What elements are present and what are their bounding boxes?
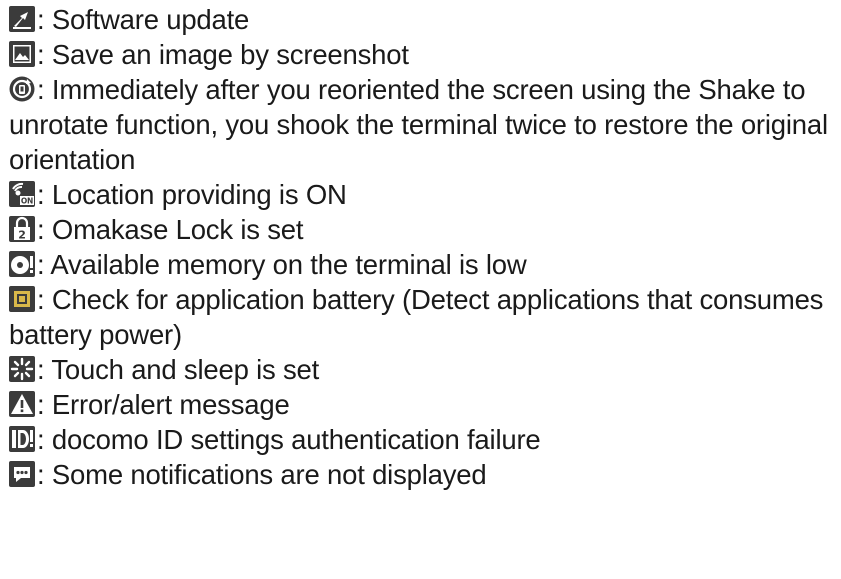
more-notifications-icon xyxy=(9,461,35,487)
legend-entry-more-notifications: : Some notifications are not displayed xyxy=(9,457,839,492)
legend-entry-software-update: : Software update xyxy=(9,2,839,37)
legend-entry-location: ON : Location providing is ON xyxy=(9,177,839,212)
legend-entry-shake-rotate: : Immediately after you reoriented the s… xyxy=(9,72,839,177)
legend-entry-screenshot: : Save an image by screenshot xyxy=(9,37,839,72)
shake-rotate-icon xyxy=(9,76,35,102)
app-battery-check-icon xyxy=(9,286,35,312)
legend-text: : Error/alert message xyxy=(37,389,290,420)
legend-text: : Check for application battery (Detect … xyxy=(9,284,824,350)
legend-text: : Software update xyxy=(37,4,250,35)
legend-text: : Available memory on the terminal is lo… xyxy=(37,249,527,280)
low-memory-icon xyxy=(9,251,35,277)
legend-entry-app-battery: : Check for application battery (Detect … xyxy=(9,282,839,352)
legend-entry-omakase-lock: 2 : Omakase Lock is set xyxy=(9,212,839,247)
docomo-id-failure-icon xyxy=(9,426,35,452)
svg-text:2: 2 xyxy=(18,229,25,242)
legend-text: : Save an image by screenshot xyxy=(37,39,409,70)
legend-text: : docomo ID settings authentication fail… xyxy=(37,424,541,455)
legend-text: : Some notifications are not displayed xyxy=(37,459,487,490)
legend-entry-low-memory: : Available memory on the terminal is lo… xyxy=(9,247,839,282)
legend-text: : Touch and sleep is set xyxy=(37,354,320,385)
legend-entry-docomo-id: : docomo ID settings authentication fail… xyxy=(9,422,839,457)
omakase-lock-icon: 2 xyxy=(9,216,35,242)
legend-entry-touch-sleep: : Touch and sleep is set xyxy=(9,352,839,387)
legend-text: : Immediately after you reoriented the s… xyxy=(9,74,828,175)
legend-entry-alert: : Error/alert message xyxy=(9,387,839,422)
status-icon-legend: : Software update : Save an image by scr… xyxy=(0,0,841,579)
location-on-icon: ON xyxy=(9,181,35,207)
touch-sleep-icon xyxy=(9,356,35,382)
software-update-icon xyxy=(9,6,35,32)
screenshot-image-icon xyxy=(9,41,35,67)
alert-icon xyxy=(9,391,35,417)
legend-text: : Location providing is ON xyxy=(37,179,347,210)
svg-text:ON: ON xyxy=(21,197,33,206)
legend-text: : Omakase Lock is set xyxy=(37,214,304,245)
